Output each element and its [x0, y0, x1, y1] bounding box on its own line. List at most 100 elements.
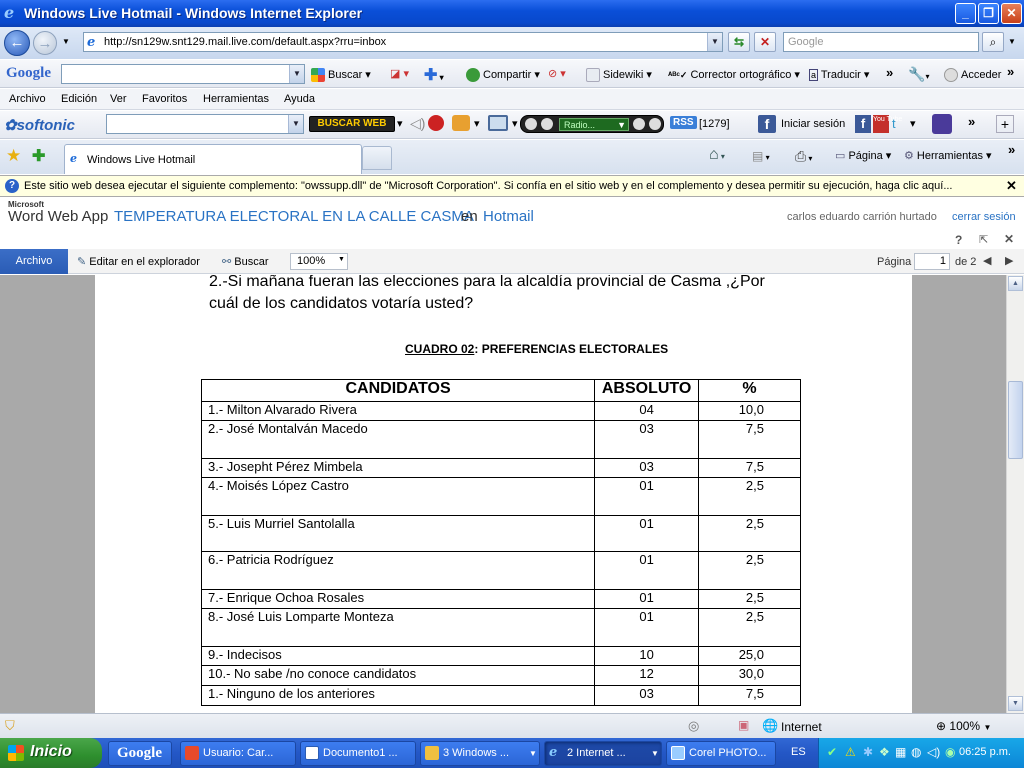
chevron-down-icon[interactable]: ▾	[474, 117, 480, 130]
facebook-icon[interactable]: f	[855, 115, 871, 133]
privacy-icon[interactable]: ◎	[688, 718, 699, 734]
iniciar-sesion-link[interactable]: Iniciar sesión	[781, 118, 845, 130]
chevron-down-icon[interactable]: ▾	[397, 117, 403, 130]
back-button[interactable]: ←	[4, 30, 30, 56]
feeds-icon[interactable]: ▤ ▾	[752, 149, 770, 163]
stop-icon[interactable]	[649, 118, 661, 130]
volume-icon[interactable]	[633, 118, 645, 130]
forward-button[interactable]: →	[33, 31, 57, 55]
page-number-input[interactable]: 1	[914, 253, 950, 270]
infobar-close-icon[interactable]: ✕	[1006, 178, 1017, 194]
menu-ver[interactable]: Ver	[110, 93, 127, 105]
chevron-down-icon[interactable]: ▾	[512, 117, 518, 130]
stop-icon[interactable]: ✕	[754, 32, 776, 52]
chevron-down-icon[interactable]: ▼	[288, 115, 303, 133]
more-chevron-icon[interactable]: »	[1008, 142, 1015, 157]
scroll-thumb[interactable]	[1008, 381, 1023, 459]
acceder-button[interactable]: Acceder	[944, 68, 1001, 82]
prev-page-icon[interactable]: ◀	[983, 254, 991, 267]
buscar-button[interactable]: ⚯ Buscar	[222, 255, 269, 268]
taskbar-task-windows[interactable]: 3 Windows ... ▼	[420, 741, 540, 766]
radio-station-select[interactable]: Radio... ▼	[559, 118, 629, 131]
menu-herramientas[interactable]: Herramientas	[203, 93, 269, 105]
signout-link[interactable]: cerrar sesión	[952, 211, 1016, 223]
new-tab-button[interactable]	[362, 146, 392, 170]
scroll-up-icon[interactable]: ▲	[1008, 276, 1023, 291]
scroll-down-icon[interactable]: ▼	[1008, 696, 1023, 711]
more-chevron-icon[interactable]: »	[886, 65, 893, 80]
tray-icon[interactable]: ◍	[911, 745, 921, 759]
chevron-down-icon[interactable]: ▼	[289, 65, 304, 83]
tab-windows-live-hotmail[interactable]: e Windows Live Hotmail	[64, 144, 362, 174]
next-page-icon[interactable]: ▶	[1005, 254, 1013, 267]
network-icon[interactable]: ▦	[895, 745, 906, 759]
search-icon[interactable]: ⌕	[982, 32, 1004, 52]
tray-icon[interactable]: ❖	[879, 745, 890, 759]
favorites-star-icon[interactable]: ★	[6, 146, 21, 166]
play-icon[interactable]	[541, 118, 553, 130]
buscar-web-button[interactable]: BUSCAR WEB	[309, 116, 395, 132]
bookmark-icon[interactable]: ◪ ▾	[390, 67, 409, 80]
address-bar[interactable]: e http://sn129w.snt129.mail.live.com/def…	[83, 32, 723, 52]
document-viewport[interactable]: 2.-Si mañana fueran las elecciones para …	[0, 275, 1006, 713]
tv-icon[interactable]	[488, 115, 508, 131]
restore-button[interactable]: ❐	[978, 3, 999, 24]
wrench-icon[interactable]: 🔧▾	[908, 66, 929, 83]
more-chevron-icon[interactable]: »	[968, 114, 975, 129]
youtube-icon[interactable]: You Tube	[873, 115, 902, 133]
tray-icon[interactable]: ◉	[945, 745, 955, 759]
zoom-control[interactable]: ⊕ 100% ▼	[936, 719, 991, 733]
volume-icon[interactable]: ◁)	[927, 745, 940, 759]
refresh-icon[interactable]: ⇆	[728, 32, 750, 52]
menu-ayuda[interactable]: Ayuda	[284, 93, 315, 105]
plus-icon[interactable]: ✚ ▾	[424, 65, 444, 85]
close-document-icon[interactable]: ✕	[1004, 232, 1014, 246]
menu-favoritos[interactable]: Favoritos	[142, 93, 187, 105]
tray-icon[interactable]: ✱	[863, 745, 873, 759]
herramientas-menu[interactable]: ⚙ Herramientas ▾	[904, 149, 992, 162]
prev-icon[interactable]	[525, 118, 537, 130]
menu-archivo[interactable]: Archivo	[9, 93, 46, 105]
google-search-input[interactable]: ▼	[61, 64, 305, 84]
facebook-icon[interactable]: f	[758, 115, 776, 133]
vertical-scrollbar[interactable]: ▲ ▼	[1006, 275, 1024, 713]
home-icon[interactable]: ⌂ ▾	[709, 146, 725, 164]
pagina-menu[interactable]: ▭ Página ▾	[835, 149, 891, 162]
google-buscar-button[interactable]: Buscar ▾	[311, 68, 371, 83]
taskbar-task-corel[interactable]: Corel PHOTO...	[666, 741, 776, 766]
softonic-search-input[interactable]: ▼	[106, 114, 304, 134]
app-icon[interactable]	[932, 114, 952, 134]
taskbar-google[interactable]: Google	[108, 741, 172, 766]
tray-icon[interactable]: ⚠	[845, 745, 856, 759]
traducir-button[interactable]: a Traducir ▾	[809, 68, 869, 81]
zoom-select[interactable]: 100% ▼	[290, 253, 348, 270]
more-chevron-icon[interactable]: »	[1007, 64, 1014, 79]
compartir-button[interactable]: Compartir ▾	[466, 68, 540, 83]
twitter-icon[interactable]: t	[892, 116, 896, 131]
add-toolbar-icon[interactable]: +	[996, 115, 1014, 133]
corrector-button[interactable]: ᴬᴮᶜ✓ Corrector ortográfico ▾	[668, 68, 800, 81]
editar-explorador-button[interactable]: ✎ Editar en el explorador	[77, 255, 200, 268]
language-indicator[interactable]: ES	[791, 746, 806, 758]
search-options-dropdown[interactable]: ▼	[1008, 37, 1016, 46]
menu-edicion[interactable]: Edición	[61, 93, 97, 105]
mario-icon[interactable]	[428, 115, 444, 131]
sidewiki-button[interactable]: Sidewiki ▾	[586, 68, 652, 83]
archivo-tab[interactable]: Archivo	[0, 249, 68, 274]
address-dropdown[interactable]: ▼	[707, 33, 722, 51]
speaker-icon[interactable]: ◁)	[410, 115, 425, 132]
add-favorites-icon[interactable]: ✚	[32, 146, 45, 166]
taskbar-task-internet[interactable]: e2 Internet ... ▼	[544, 741, 662, 766]
document-title-link[interactable]: TEMPERATURA ELECTORAL EN LA CALLE CASMA	[114, 208, 474, 225]
information-bar[interactable]: ? Este sitio web desea ejecutar el sigui…	[0, 175, 1024, 197]
help-icon[interactable]: ?	[955, 233, 962, 247]
recent-pages-dropdown[interactable]: ▼	[62, 37, 70, 46]
taskbar-task-documento[interactable]: Documento1 ...	[300, 741, 416, 766]
game-icon[interactable]	[452, 115, 470, 131]
search-input[interactable]: Google	[783, 32, 979, 52]
minimize-button[interactable]: _	[955, 3, 976, 24]
close-button[interactable]: ✕	[1001, 3, 1022, 24]
popout-icon[interactable]: ⇱	[979, 233, 988, 246]
start-button[interactable]: Inicio	[0, 738, 102, 768]
chevron-down-icon[interactable]: ▾	[910, 117, 916, 130]
